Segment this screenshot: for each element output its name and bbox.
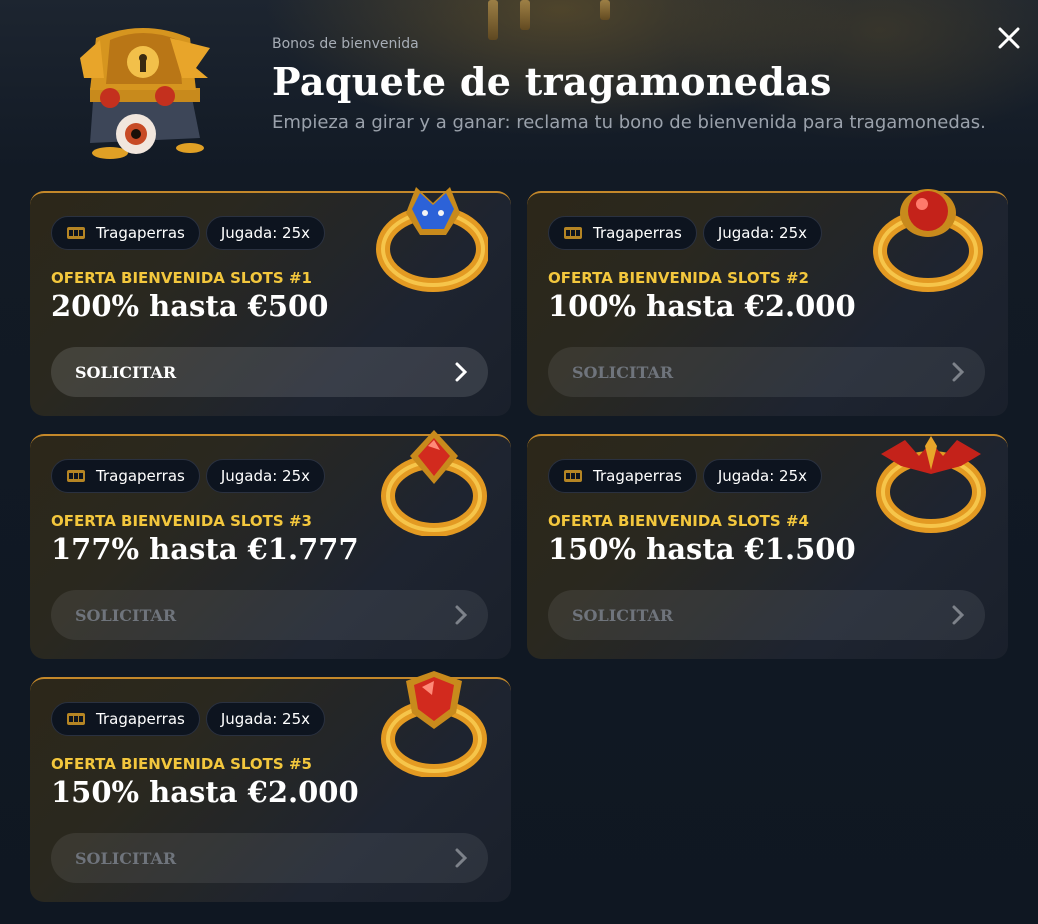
page-title: Paquete de tragamonedas [272,59,832,104]
chevron-right-icon [952,362,965,382]
claim-button[interactable]: SOLICITAR [548,347,985,397]
offer-label: OFERTA BIENVENIDA SLOTS #5 [51,755,312,773]
slot-machine-icon [67,227,85,239]
close-icon[interactable] [995,24,1023,52]
slot-machine-icon [67,713,85,725]
tag-label: Tragaperras [96,467,185,485]
claim-button-label: SOLICITAR [75,605,177,625]
claim-button-label: SOLICITAR [75,362,177,382]
offer-card-4: Tragaperras Jugada: 25x OFERTA BIENVENID… [527,434,1008,659]
red-orb-ring-icon [873,189,983,292]
offer-card-5: Tragaperras Jugada: 25x OFERTA BIENVENID… [30,671,511,902]
slot-machine-icon [67,470,85,482]
tag-game-type: Tragaperras [51,702,200,736]
tag-list: Tragaperras Jugada: 25x [51,459,326,493]
tag-game-type: Tragaperras [51,459,200,493]
tag-list: Tragaperras Jugada: 25x [51,216,326,250]
tag-list: Tragaperras Jugada: 25x [548,216,823,250]
offer-value: 150% hasta €2.000 [51,775,359,809]
tag-wager: Jugada: 25x [205,216,326,250]
breadcrumb: Bonos de bienvenida [272,36,419,52]
red-gem-ring-icon [381,430,487,536]
slot-machine-icon [564,470,582,482]
treasure-chest-icon [80,28,210,159]
bat-wing-ring-icon [876,436,986,533]
offer-value: 100% hasta €2.000 [548,289,856,323]
offer-label: OFERTA BIENVENIDA SLOTS #3 [51,512,312,530]
tag-list: Tragaperras Jugada: 25x [51,702,326,736]
tag-label: Tragaperras [593,224,682,242]
red-shield-gem-ring-icon [381,671,487,777]
blue-demon-ring-icon [376,187,488,292]
tag-game-type: Tragaperras [51,216,200,250]
header: Bonos de bienvenida Paquete de tragamone… [272,36,986,133]
tag-game-type: Tragaperras [548,216,697,250]
claim-button-label: SOLICITAR [572,605,674,625]
tag-wager: Jugada: 25x [205,702,326,736]
chevron-right-icon [455,848,468,868]
tag-label: Tragaperras [96,710,185,728]
claim-button[interactable]: SOLICITAR [51,347,488,397]
tag-wager: Jugada: 25x [702,216,823,250]
offer-value: 177% hasta €1.777 [51,532,359,566]
offer-value: 150% hasta €1.500 [548,532,856,566]
claim-button[interactable]: SOLICITAR [548,590,985,640]
claim-button[interactable]: SOLICITAR [51,590,488,640]
offer-card-2: Tragaperras Jugada: 25x OFERTA BIENVENID… [527,189,1008,416]
chevron-right-icon [952,605,965,625]
page-subtitle: Empieza a girar y a ganar: reclama tu bo… [272,112,986,133]
offer-label: OFERTA BIENVENIDA SLOTS #2 [548,269,809,287]
tag-game-type: Tragaperras [548,459,697,493]
claim-button[interactable]: SOLICITAR [51,833,488,883]
offer-label: OFERTA BIENVENIDA SLOTS #4 [548,512,809,530]
claim-button-label: SOLICITAR [75,848,177,868]
tag-list: Tragaperras Jugada: 25x [548,459,823,493]
chevron-right-icon [455,605,468,625]
tag-label: Tragaperras [96,224,185,242]
slot-machine-icon [564,227,582,239]
tag-label: Tragaperras [593,467,682,485]
chevron-right-icon [455,362,468,382]
offer-card-1: Tragaperras Jugada: 25x OFERTA BIENVENID… [30,187,511,416]
offer-label: OFERTA BIENVENIDA SLOTS #1 [51,269,312,287]
offer-value: 200% hasta €500 [51,289,329,323]
tag-wager: Jugada: 25x [702,459,823,493]
claim-button-label: SOLICITAR [572,362,674,382]
offer-card-3: Tragaperras Jugada: 25x OFERTA BIENVENID… [30,430,511,659]
tag-wager: Jugada: 25x [205,459,326,493]
